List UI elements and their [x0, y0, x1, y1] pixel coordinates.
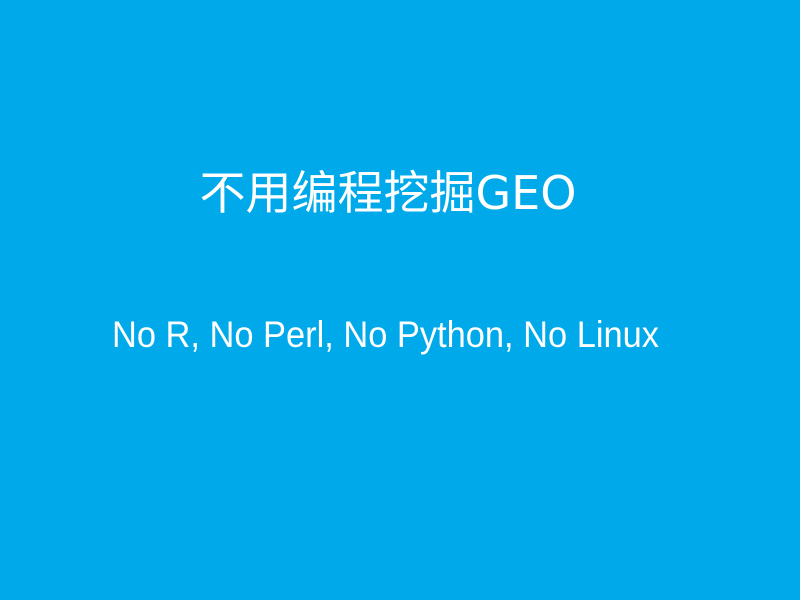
slide: 不用编程挖掘GEO No R, No Perl, No Python, No L… [0, 0, 800, 600]
slide-subtitle: No R, No Perl, No Python, No Linux [111, 314, 659, 355]
slide-title: 不用编程挖掘GEO [199, 166, 577, 220]
